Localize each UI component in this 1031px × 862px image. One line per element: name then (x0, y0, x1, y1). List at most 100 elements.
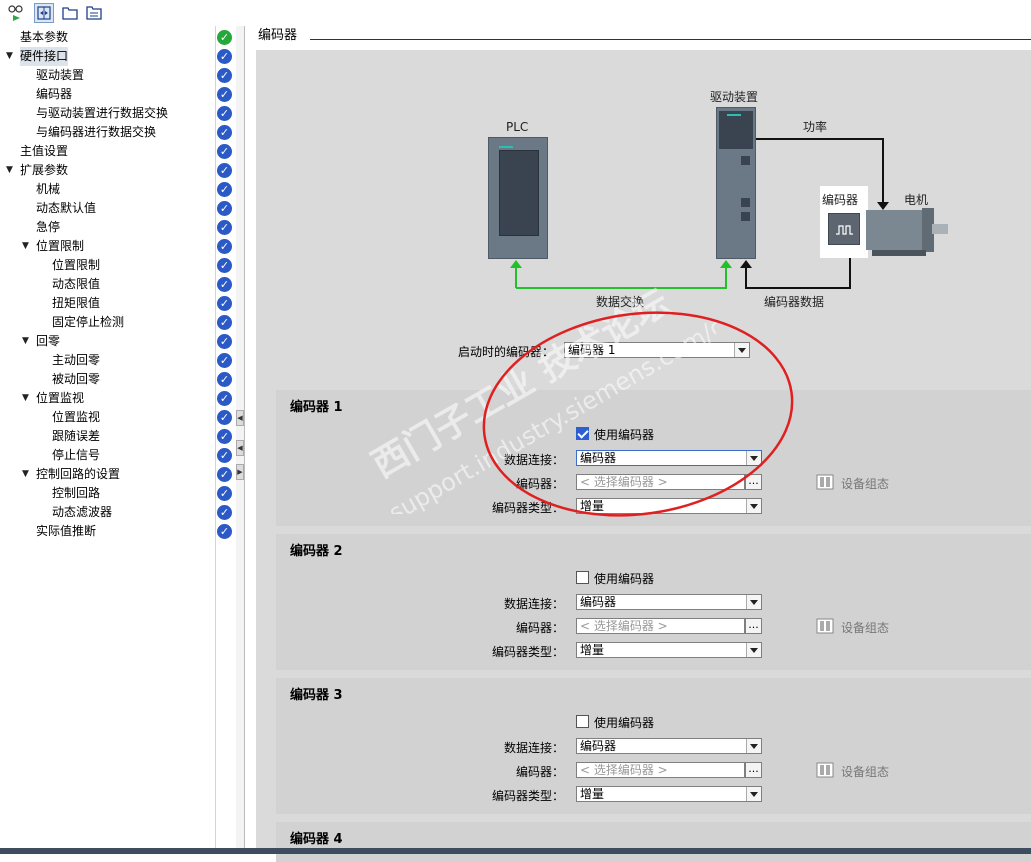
split-view-icon[interactable] (34, 3, 54, 23)
tree-item-label: 扭矩限值 (52, 296, 101, 310)
tree-item[interactable]: 停止信号 (0, 446, 215, 465)
tree-item[interactable]: 基本参数 (0, 28, 215, 47)
status-check-icon: ✓ (217, 448, 232, 463)
chevron-down-icon[interactable] (746, 739, 761, 753)
power-label: 功率 (803, 120, 828, 134)
online-compare-icon[interactable] (6, 3, 26, 23)
status-check-icon: ✓ (217, 524, 232, 539)
tree-item[interactable]: ▼ 控制回路的设置 (0, 465, 215, 484)
tree-item[interactable]: ▼ 硬件接口 (0, 47, 215, 66)
data-connection-value: 编码器 (580, 739, 617, 753)
tree-item[interactable]: 实际值推断 (0, 522, 215, 541)
section-title: 编码器 1 (290, 400, 343, 415)
device-config-icon[interactable] (816, 761, 834, 779)
tree-item[interactable]: ▼ 位置监视 (0, 389, 215, 408)
tree-item-label: 动态滤波器 (52, 505, 113, 519)
tree-item-label: 编码器 (36, 87, 73, 101)
data-connection-label: 数据连接： (503, 741, 564, 755)
encoder-field-label: 编码器： (515, 765, 564, 779)
tree-item[interactable]: 控制回路 (0, 484, 215, 503)
status-check-icon: ✓ (217, 239, 232, 254)
plc-device (488, 137, 548, 259)
device-config-label[interactable]: 设备组态 (841, 763, 889, 780)
browse-encoder-button[interactable]: ... (745, 762, 762, 778)
tree-item[interactable]: 主动回零 (0, 351, 215, 370)
status-check-icon: ✓ (217, 410, 232, 425)
expand-arrow-icon[interactable]: ▼ (6, 161, 16, 180)
tree-item[interactable]: 扭矩限值 (0, 294, 215, 313)
data-connection-select[interactable]: 编码器 (576, 594, 762, 610)
tree-item[interactable]: ▼ 位置限制 (0, 237, 215, 256)
tree-item[interactable]: 机械 (0, 180, 215, 199)
browse-encoder-button[interactable]: ... (745, 618, 762, 634)
expand-arrow-icon[interactable]: ▼ (22, 237, 32, 256)
encoder-section: 编码器 3 使用编码器 数据连接： 编码器 编码器： < 选择编码器 >... 设备组态 编码… (276, 678, 1031, 814)
data-connection-select[interactable]: 编码器 (576, 738, 762, 754)
tree-item[interactable]: 与编码器进行数据交换 (0, 123, 215, 142)
tree-item-label: 固定停止检测 (52, 315, 125, 329)
device-config-icon[interactable] (816, 473, 834, 491)
chevron-down-icon[interactable] (746, 595, 761, 609)
status-check-icon: ✓ (217, 429, 232, 444)
tree-item[interactable]: 被动回零 (0, 370, 215, 389)
encoder-type-value: 增量 (580, 787, 605, 801)
plc-label: PLC (506, 120, 529, 134)
tree-item[interactable]: 编码器 (0, 85, 215, 104)
tree-item[interactable]: 驱动装置 (0, 66, 215, 85)
tree-item[interactable]: ▼ 回零 (0, 332, 215, 351)
tree-item[interactable]: 位置监视 (0, 408, 215, 427)
tree-item[interactable]: 动态限值 (0, 275, 215, 294)
status-check-icon: ✓ (217, 144, 232, 159)
collapse-left-button[interactable]: ◀ (236, 410, 244, 426)
device-config-label[interactable]: 设备组态 (841, 475, 889, 492)
section-title: 编码器 4 (290, 832, 343, 847)
tree-item-label: 扩展参数 (20, 163, 69, 177)
tree-item-label: 控制回路 (52, 486, 101, 500)
expand-arrow-icon[interactable]: ▼ (22, 332, 32, 351)
drive-label: 驱动装置 (710, 90, 759, 104)
page-title: 编码器 (258, 28, 298, 43)
tree-item-label: 实际值推断 (36, 524, 97, 538)
encoder-type-select[interactable]: 增量 (576, 786, 762, 802)
use-encoder-checkbox[interactable] (576, 571, 589, 584)
status-check-icon: ✓ (217, 258, 232, 273)
expand-right-button[interactable]: ▶ (236, 464, 244, 480)
folder-icon[interactable] (60, 3, 80, 23)
tree-item[interactable]: 跟随误差 (0, 427, 215, 446)
chevron-down-icon[interactable] (746, 643, 761, 657)
use-encoder-checkbox[interactable] (576, 715, 589, 728)
encoder-section: 编码器 4 (276, 822, 1031, 862)
tree-item-label: 位置限制 (36, 239, 85, 253)
status-check-icon: ✓ (217, 467, 232, 482)
title-underline (310, 39, 1031, 40)
device-config-label[interactable]: 设备组态 (841, 619, 889, 636)
tree-item[interactable]: 动态默认值 (0, 199, 215, 218)
expand-arrow-icon[interactable]: ▼ (22, 465, 32, 484)
tree-item-label: 位置监视 (36, 391, 85, 405)
folder-list-icon[interactable] (84, 3, 104, 23)
expand-arrow-icon[interactable]: ▼ (22, 389, 32, 408)
status-check-icon: ✓ (217, 391, 232, 406)
status-check-icon: ✓ (217, 372, 232, 387)
topology-diagram: PLC 驱动装置 功率 编码器 电机 数据交换 编码器数据 (256, 50, 1031, 330)
status-check-icon: ✓ (217, 68, 232, 83)
status-check-icon: ✓ (217, 505, 232, 520)
tree-item[interactable]: 位置限制 (0, 256, 215, 275)
tree-item[interactable]: 急停 (0, 218, 215, 237)
encoder-type-select[interactable]: 增量 (576, 642, 762, 658)
device-config-icon[interactable] (816, 617, 834, 635)
expand-arrow-icon[interactable]: ▼ (6, 47, 16, 66)
tree-item[interactable]: 动态滤波器 (0, 503, 215, 522)
chevron-down-icon[interactable] (746, 787, 761, 801)
expand-left-button[interactable]: ◀ (236, 440, 244, 456)
status-check-icon: ✓ (217, 277, 232, 292)
tree-item[interactable]: 与驱动装置进行数据交换 (0, 104, 215, 123)
tree-item[interactable]: ▼ 扩展参数 (0, 161, 215, 180)
tree-item[interactable]: 主值设置 (0, 142, 215, 161)
encoder-select-field[interactable]: < 选择编码器 > (576, 618, 745, 634)
encoder-type-label: 编码器类型： (491, 789, 564, 803)
tree-item-label: 与驱动装置进行数据交换 (36, 106, 169, 120)
motor-device (866, 208, 948, 256)
tree-item[interactable]: 固定停止检测 (0, 313, 215, 332)
encoder-select-field[interactable]: < 选择编码器 > (576, 762, 745, 778)
